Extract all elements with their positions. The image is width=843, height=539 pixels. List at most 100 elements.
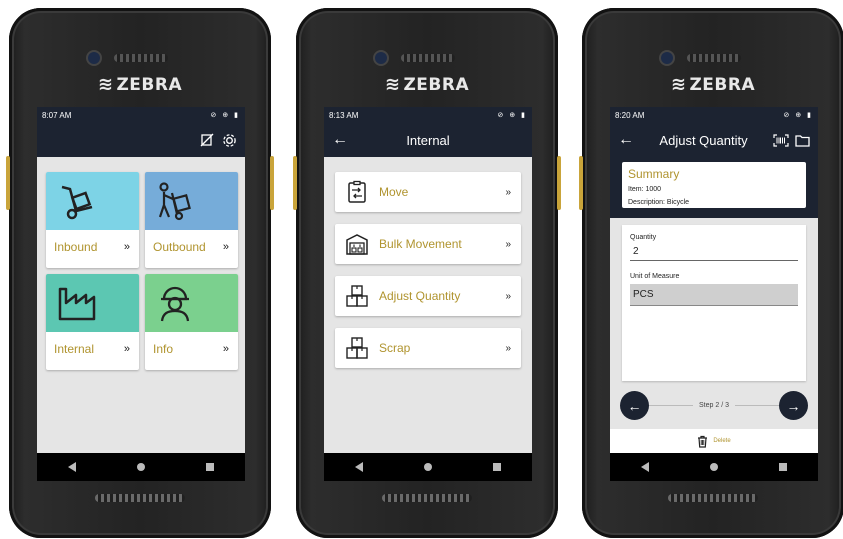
nav-recents-icon[interactable] bbox=[779, 463, 788, 471]
menu-item-adjust-quantity[interactable]: Adjust Quantity » bbox=[335, 276, 521, 316]
screen: 8:13 AM ⊘ ⊕ ▮ ← Internal Move » Bulk Mov… bbox=[324, 107, 532, 481]
zebra-logo-icon: ≋ bbox=[384, 74, 401, 95]
status-bar: 8:07 AM ⊘ ⊕ ▮ bbox=[37, 107, 245, 123]
form-card: Quantity 2 Unit of Measure PCS bbox=[622, 225, 806, 381]
system-nav-bar bbox=[324, 453, 532, 481]
device-2: ≋ZEBRA 8:13 AM ⊘ ⊕ ▮ ← Internal Move » bbox=[293, 8, 561, 538]
tile-info[interactable]: Info » bbox=[145, 274, 238, 370]
chevron-right-icon: » bbox=[505, 238, 511, 250]
summary-section: Summary Item: 1000 Description: Bicycle bbox=[610, 157, 818, 218]
app-bar bbox=[37, 123, 245, 157]
warehouse-icon bbox=[346, 234, 368, 255]
menu-item-move[interactable]: Move » bbox=[335, 172, 521, 212]
nav-back-icon[interactable] bbox=[67, 462, 76, 472]
front-camera bbox=[88, 52, 100, 64]
delete-label: Delete bbox=[713, 438, 731, 444]
bottom-speaker bbox=[382, 494, 472, 502]
menu-item-scrap[interactable]: Scrap » bbox=[335, 328, 521, 368]
worker-cart-icon bbox=[158, 182, 191, 221]
status-bar: 8:20 AM ⊘ ⊕ ▮ bbox=[610, 107, 818, 123]
tile-inbound[interactable]: Inbound » bbox=[46, 172, 139, 268]
delete-button[interactable]: Delete bbox=[610, 429, 818, 453]
nav-recents-icon[interactable] bbox=[206, 463, 215, 471]
summary-description: Description: Bicycle bbox=[628, 199, 690, 206]
nav-home-icon[interactable] bbox=[709, 463, 718, 471]
back-arrow-icon[interactable]: ← bbox=[332, 132, 348, 148]
brand-logo: ≋ ZEBRA bbox=[670, 74, 756, 95]
system-nav-bar bbox=[37, 453, 245, 481]
unit-of-measure-label: Unit of Measure bbox=[630, 273, 680, 280]
trash-icon bbox=[698, 435, 708, 448]
barcode-scan-icon[interactable] bbox=[773, 133, 789, 147]
menu-list: Move » Bulk Movement » Adjust Quantity »… bbox=[324, 157, 532, 368]
sync-off-icon[interactable] bbox=[200, 133, 214, 147]
screen: 8:07 AM ⊘ ⊕ ▮ Inbound » Outbound » Inter… bbox=[37, 107, 245, 481]
gear-icon[interactable] bbox=[222, 133, 237, 148]
summary-item: Item: 1000 bbox=[628, 186, 662, 193]
speaker-grille bbox=[114, 54, 168, 62]
summary-card: Summary Item: 1000 Description: Bicycle bbox=[622, 162, 806, 208]
tile-label: Inbound bbox=[54, 240, 98, 254]
info-image bbox=[145, 274, 238, 332]
quantity-field[interactable]: 2 bbox=[630, 245, 798, 261]
stepper-line bbox=[734, 405, 779, 406]
chevron-right-icon: » bbox=[123, 343, 130, 355]
menu-item-label: Scrap bbox=[379, 341, 411, 355]
nav-recents-icon[interactable] bbox=[493, 463, 502, 471]
bottom-speaker bbox=[95, 494, 185, 502]
tile-label: Internal bbox=[54, 342, 95, 356]
chevron-right-icon: » bbox=[123, 241, 130, 253]
page-title: Adjust Quantity bbox=[659, 132, 748, 148]
status-time: 8:20 AM bbox=[615, 110, 645, 120]
system-nav-bar bbox=[610, 453, 818, 481]
speaker-grille bbox=[401, 54, 455, 62]
boxes-icon bbox=[346, 285, 368, 307]
device-3: ≋ ZEBRA 8:20 AM ⊘ ⊕ ▮ ← Adjust Quantity S… bbox=[579, 8, 843, 538]
nav-back-icon[interactable] bbox=[640, 462, 649, 472]
tile-outbound[interactable]: Outbound » bbox=[145, 172, 238, 268]
speaker-grille bbox=[687, 54, 741, 62]
bottom-speaker bbox=[668, 494, 758, 502]
quantity-label: Quantity bbox=[630, 234, 657, 241]
menu-item-label: Bulk Movement bbox=[379, 237, 462, 251]
status-bar: 8:13 AM ⊘ ⊕ ▮ bbox=[324, 107, 532, 123]
menu-item-bulk-movement[interactable]: Bulk Movement » bbox=[335, 224, 521, 264]
zebra-logo-icon: ≋ bbox=[97, 74, 114, 95]
next-step-button[interactable]: → bbox=[779, 391, 808, 420]
page-title: Internal bbox=[406, 132, 450, 148]
unit-of-measure-field[interactable]: PCS bbox=[630, 284, 798, 306]
step-indicator: Step 2 / 3 bbox=[699, 402, 729, 409]
chevron-right-icon: » bbox=[222, 343, 229, 355]
nav-back-icon[interactable] bbox=[354, 462, 363, 472]
device-1: ≋ ZEBRA 8:07 AM ⊘ ⊕ ▮ Inbound » Outbound… bbox=[6, 8, 274, 538]
front-camera bbox=[375, 52, 387, 64]
internal-image bbox=[46, 274, 139, 332]
menu-item-label: Move bbox=[379, 185, 409, 199]
nav-home-icon[interactable] bbox=[136, 463, 145, 471]
boxes-icon bbox=[346, 337, 368, 359]
status-icons: ⊘ ⊕ ▮ bbox=[210, 112, 240, 119]
brand-logo: ≋ ZEBRA bbox=[97, 74, 183, 95]
front-camera bbox=[661, 52, 673, 64]
app-bar: ← Internal bbox=[324, 123, 532, 157]
app-bar: ← Adjust Quantity bbox=[610, 123, 818, 157]
chevron-right-icon: » bbox=[222, 241, 229, 253]
back-arrow-icon[interactable]: ← bbox=[618, 132, 634, 148]
chevron-right-icon: » bbox=[505, 186, 511, 198]
tile-grid: Inbound » Outbound » Internal » Info » bbox=[37, 157, 245, 370]
menu-item-label: Adjust Quantity bbox=[379, 289, 461, 303]
outbound-image bbox=[145, 172, 238, 230]
chevron-right-icon: » bbox=[505, 342, 511, 354]
clipboard-move-icon bbox=[348, 180, 366, 203]
prev-step-button[interactable]: ← bbox=[620, 391, 649, 420]
worker-helmet-icon bbox=[160, 286, 190, 322]
folder-icon[interactable] bbox=[795, 134, 810, 147]
nav-home-icon[interactable] bbox=[423, 463, 432, 471]
zebra-logo-icon: ≋ bbox=[670, 74, 687, 95]
tile-label: Outbound bbox=[153, 240, 206, 254]
brand-logo: ≋ ZEBRA bbox=[384, 74, 470, 95]
tile-internal[interactable]: Internal » bbox=[46, 274, 139, 370]
stepper: ← Step 2 / 3 → bbox=[610, 381, 818, 420]
status-icons: ⊘ ⊕ ▮ bbox=[497, 112, 527, 119]
factory-icon bbox=[58, 287, 96, 321]
